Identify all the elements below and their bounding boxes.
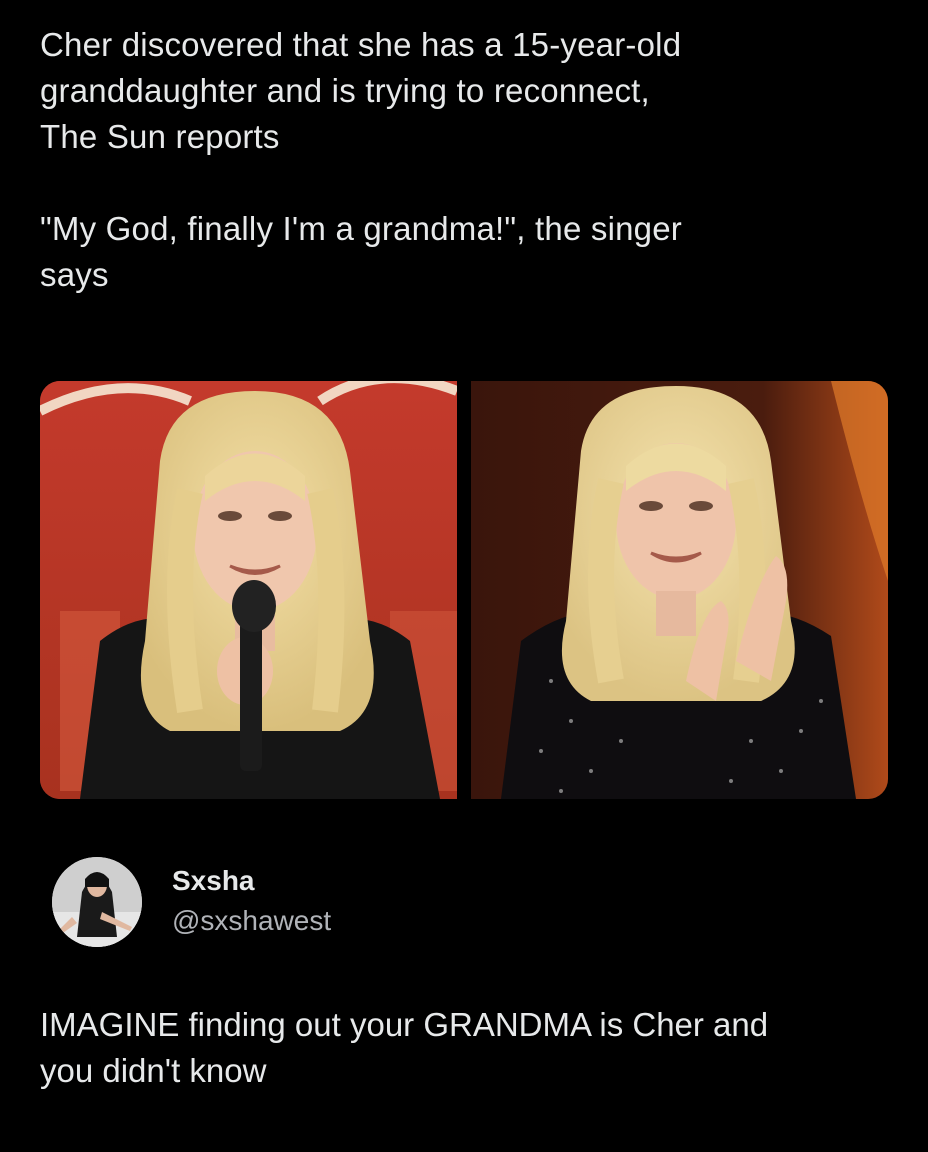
photo-with-microphone[interactable] — [40, 381, 457, 799]
post-text: Cher discovered that she has a 15-year-o… — [40, 22, 890, 298]
author-block[interactable]: Sxsha @sxshawest — [52, 857, 331, 947]
tweet-post: Cher discovered that she has a 15-year-o… — [0, 0, 928, 1152]
headline-line-3: The Sun reports — [40, 118, 280, 155]
user-handle[interactable]: @sxshawest — [172, 904, 331, 938]
photo-microphone-image — [40, 381, 457, 799]
photo-clapping[interactable] — [471, 381, 888, 799]
reply-text: IMAGINE finding out your GRANDMA is Cher… — [40, 1002, 900, 1094]
avatar[interactable] — [52, 857, 142, 947]
avatar-image — [52, 857, 142, 947]
media-grid — [40, 381, 888, 799]
display-name[interactable]: Sxsha — [172, 864, 331, 898]
reply-line-2: you didn't know — [40, 1052, 267, 1089]
headline-line-1: Cher discovered that she has a 15-year-o… — [40, 26, 682, 63]
headline-line-2: granddaughter and is trying to reconnect… — [40, 72, 650, 109]
photo-clapping-image — [471, 381, 888, 799]
author-names: Sxsha @sxshawest — [172, 864, 331, 938]
quote-line-2: says — [40, 256, 109, 293]
reply-line-1: IMAGINE finding out your GRANDMA is Cher… — [40, 1006, 769, 1043]
quote-line-1: "My God, finally I'm a grandma!", the si… — [40, 210, 682, 247]
